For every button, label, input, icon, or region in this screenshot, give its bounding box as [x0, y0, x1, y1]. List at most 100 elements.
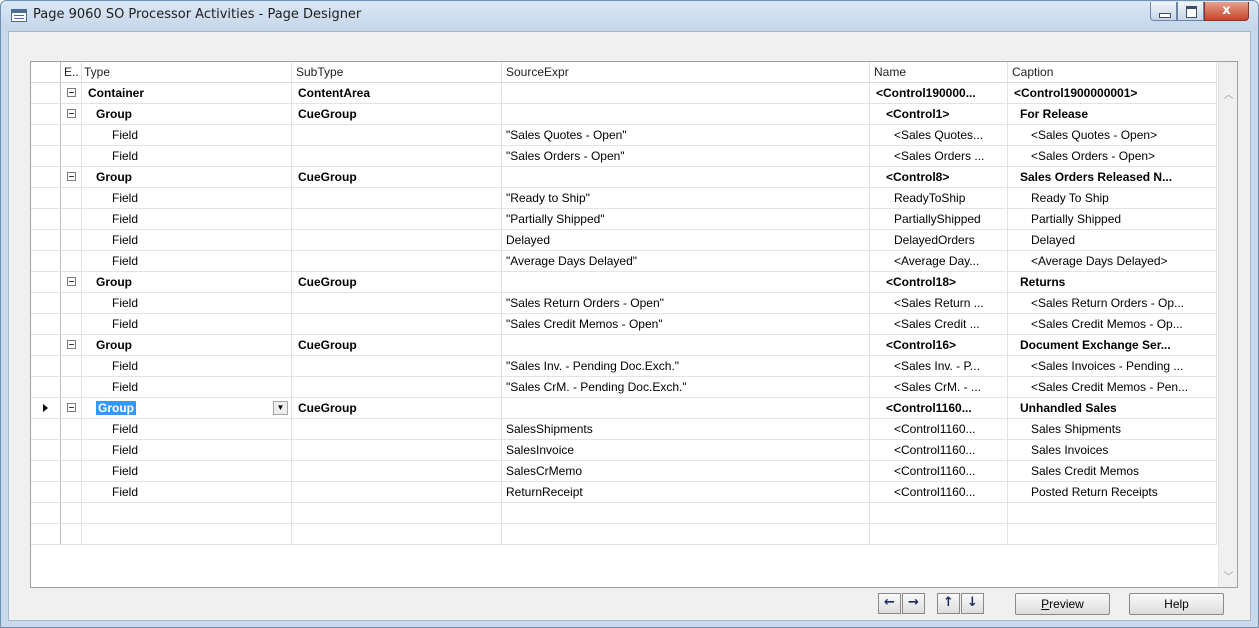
expand-cell[interactable]: [61, 356, 82, 377]
close-button[interactable]: x: [1204, 2, 1249, 21]
expand-cell[interactable]: [61, 503, 82, 524]
type-cell[interactable]: Field: [82, 356, 292, 377]
type-cell[interactable]: Field: [82, 440, 292, 461]
sourceexpr-cell[interactable]: [502, 335, 870, 356]
name-cell[interactable]: <Control18>: [870, 272, 1008, 293]
name-cell[interactable]: <Control1160...: [870, 482, 1008, 503]
table-row[interactable]: Group CueGroup <Control8> Sales Orders Rele…: [31, 167, 1217, 188]
subtype-cell[interactable]: [292, 503, 502, 524]
caption-cell[interactable]: Posted Return Receipts: [1008, 482, 1217, 503]
sourceexpr-cell[interactable]: "Sales Orders - Open": [502, 146, 870, 167]
table-row[interactable]: Group CueGroup <Control18> Returns: [31, 272, 1217, 293]
move-down-button[interactable]: ↓: [961, 593, 984, 614]
name-cell[interactable]: <Control1160...: [870, 398, 1008, 419]
table-row[interactable]: Field Delayed DelayedOrders Delayed: [31, 230, 1217, 251]
subtype-cell[interactable]: CueGroup: [292, 104, 502, 125]
row-selector[interactable]: [31, 314, 61, 335]
type-cell[interactable]: Field: [82, 377, 292, 398]
table-row[interactable]: Field ReturnReceipt <Control1160... Posted …: [31, 482, 1217, 503]
caption-cell[interactable]: Sales Orders Released N...: [1008, 167, 1217, 188]
row-selector[interactable]: [31, 209, 61, 230]
row-selector[interactable]: [31, 125, 61, 146]
expand-cell[interactable]: [61, 377, 82, 398]
subtype-cell[interactable]: [292, 482, 502, 503]
caption-cell[interactable]: <Sales Invoices - Pending ...: [1008, 356, 1217, 377]
row-selector[interactable]: [31, 293, 61, 314]
header-subtype[interactable]: SubType: [292, 62, 502, 83]
name-cell[interactable]: <Control1160...: [870, 419, 1008, 440]
sourceexpr-cell[interactable]: [502, 503, 870, 524]
table-row[interactable]: Field "Sales Inv. - Pending Doc.Exch." <Sa…: [31, 356, 1217, 377]
header-type[interactable]: Type: [82, 62, 292, 83]
expand-cell[interactable]: [61, 104, 82, 125]
table-row[interactable]: Field "Sales CrM. - Pending Doc.Exch." <Sa…: [31, 377, 1217, 398]
subtype-cell[interactable]: [292, 461, 502, 482]
row-selector[interactable]: [31, 461, 61, 482]
table-row[interactable]: [31, 524, 1217, 545]
caption-cell[interactable]: Returns: [1008, 272, 1217, 293]
sourceexpr-cell[interactable]: "Partially Shipped": [502, 209, 870, 230]
table-row[interactable]: Group CueGroup <Control1> For Release: [31, 104, 1217, 125]
collapse-icon[interactable]: [66, 109, 76, 118]
table-row[interactable]: Field "Sales Quotes - Open" <Sales Quotes.…: [31, 125, 1217, 146]
type-cell[interactable]: Field: [82, 461, 292, 482]
subtype-cell[interactable]: [292, 146, 502, 167]
sourceexpr-cell[interactable]: "Average Days Delayed": [502, 251, 870, 272]
type-cell[interactable]: Group: [82, 272, 292, 293]
table-row[interactable]: Field "Sales Credit Memos - Open" <Sales C…: [31, 314, 1217, 335]
subtype-cell[interactable]: [292, 125, 502, 146]
subtype-cell[interactable]: [292, 524, 502, 545]
type-cell[interactable]: Field: [82, 314, 292, 335]
caption-cell[interactable]: Partially Shipped: [1008, 209, 1217, 230]
caption-cell[interactable]: <Sales Credit Memos - Op...: [1008, 314, 1217, 335]
caption-cell[interactable]: Delayed: [1008, 230, 1217, 251]
name-cell[interactable]: <Sales CrM. - ...: [870, 377, 1008, 398]
subtype-cell[interactable]: [292, 293, 502, 314]
scroll-down-icon[interactable]: ﹀: [1222, 568, 1235, 583]
expand-cell[interactable]: [61, 293, 82, 314]
expand-cell[interactable]: [61, 125, 82, 146]
row-selector[interactable]: [31, 272, 61, 293]
collapse-icon[interactable]: [66, 403, 76, 412]
caption-cell[interactable]: [1008, 503, 1217, 524]
name-cell[interactable]: <Control16>: [870, 335, 1008, 356]
row-selector[interactable]: [31, 230, 61, 251]
name-cell[interactable]: DelayedOrders: [870, 230, 1008, 251]
expand-cell[interactable]: [61, 167, 82, 188]
expand-cell[interactable]: [61, 188, 82, 209]
expand-cell[interactable]: [61, 146, 82, 167]
sourceexpr-cell[interactable]: Delayed: [502, 230, 870, 251]
name-cell[interactable]: <Control1>: [870, 104, 1008, 125]
expand-cell[interactable]: [61, 230, 82, 251]
designer-grid[interactable]: E.. Type SubType SourceExpr Name Caption…: [30, 61, 1238, 588]
caption-cell[interactable]: Sales Credit Memos: [1008, 461, 1217, 482]
collapse-icon[interactable]: [66, 277, 76, 286]
expand-cell[interactable]: [61, 461, 82, 482]
name-cell[interactable]: [870, 524, 1008, 545]
collapse-icon[interactable]: [66, 340, 76, 349]
sourceexpr-cell[interactable]: [502, 167, 870, 188]
row-selector[interactable]: [31, 419, 61, 440]
subtype-cell[interactable]: [292, 356, 502, 377]
expand-cell[interactable]: [61, 272, 82, 293]
type-cell[interactable]: [82, 524, 292, 545]
sourceexpr-cell[interactable]: [502, 104, 870, 125]
move-right-button[interactable]: →: [902, 593, 925, 614]
subtype-cell[interactable]: [292, 377, 502, 398]
sourceexpr-cell[interactable]: [502, 524, 870, 545]
caption-cell[interactable]: Ready To Ship: [1008, 188, 1217, 209]
name-cell[interactable]: <Sales Return ...: [870, 293, 1008, 314]
row-selector[interactable]: [31, 83, 61, 104]
type-cell[interactable]: Group: [82, 104, 292, 125]
type-cell[interactable]: Field: [82, 125, 292, 146]
sourceexpr-cell[interactable]: "Sales Return Orders - Open": [502, 293, 870, 314]
row-selector[interactable]: [31, 398, 61, 419]
table-row[interactable]: Field "Sales Orders - Open" <Sales Orders …: [31, 146, 1217, 167]
row-selector[interactable]: [31, 482, 61, 503]
type-cell[interactable]: Field: [82, 209, 292, 230]
expand-cell[interactable]: [61, 83, 82, 104]
caption-cell[interactable]: [1008, 524, 1217, 545]
type-cell[interactable]: Field: [82, 188, 292, 209]
table-row[interactable]: Field SalesInvoice <Control1160... Sales In…: [31, 440, 1217, 461]
header-caption[interactable]: Caption: [1008, 62, 1217, 83]
